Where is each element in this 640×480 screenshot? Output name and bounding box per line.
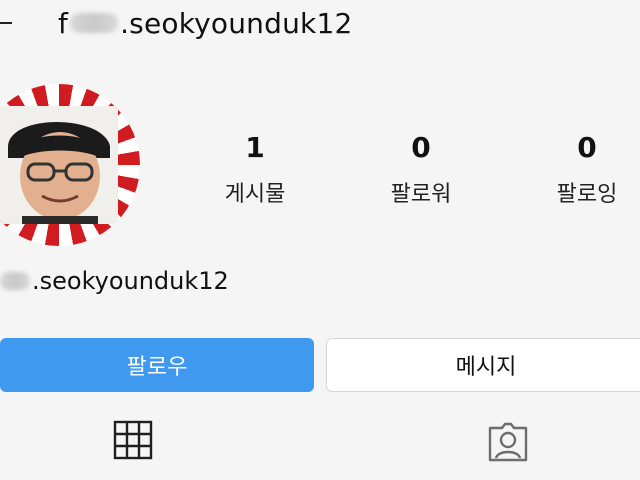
message-button[interactable]: 메시지 xyxy=(326,338,640,392)
profile-title-username: f .seokyounduk12 xyxy=(58,4,352,42)
posts-label: 게시물 xyxy=(224,182,286,207)
back-arrow-icon[interactable] xyxy=(0,22,12,24)
username-suffix: .seokyounduk12 xyxy=(120,6,353,40)
following-label: 팔로잉 xyxy=(556,182,618,207)
profile-avatar[interactable] xyxy=(0,84,140,246)
following-count: 0 xyxy=(577,131,597,164)
posts-count-stat[interactable]: 1 게시물 xyxy=(214,134,296,208)
profile-name-text: .seokyounduk12 xyxy=(32,267,229,295)
blurred-username-segment xyxy=(70,13,119,33)
followers-count: 0 xyxy=(411,131,431,164)
following-count-stat[interactable]: 0 팔로잉 xyxy=(546,134,628,208)
followers-label: 팔로워 xyxy=(390,182,452,207)
avatar-face-illustration xyxy=(0,106,118,226)
tagged-person-icon[interactable] xyxy=(486,420,530,468)
profile-name: .seokyounduk12 xyxy=(0,264,229,298)
avatar-photo xyxy=(0,106,118,226)
followers-count-stat[interactable]: 0 팔로워 xyxy=(380,134,462,208)
username-prefix: f xyxy=(58,6,69,40)
blurred-name-segment xyxy=(0,272,30,290)
posts-count: 1 xyxy=(245,131,265,164)
follow-button[interactable]: 팔로우 xyxy=(0,338,314,392)
grid-icon[interactable] xyxy=(113,420,153,464)
